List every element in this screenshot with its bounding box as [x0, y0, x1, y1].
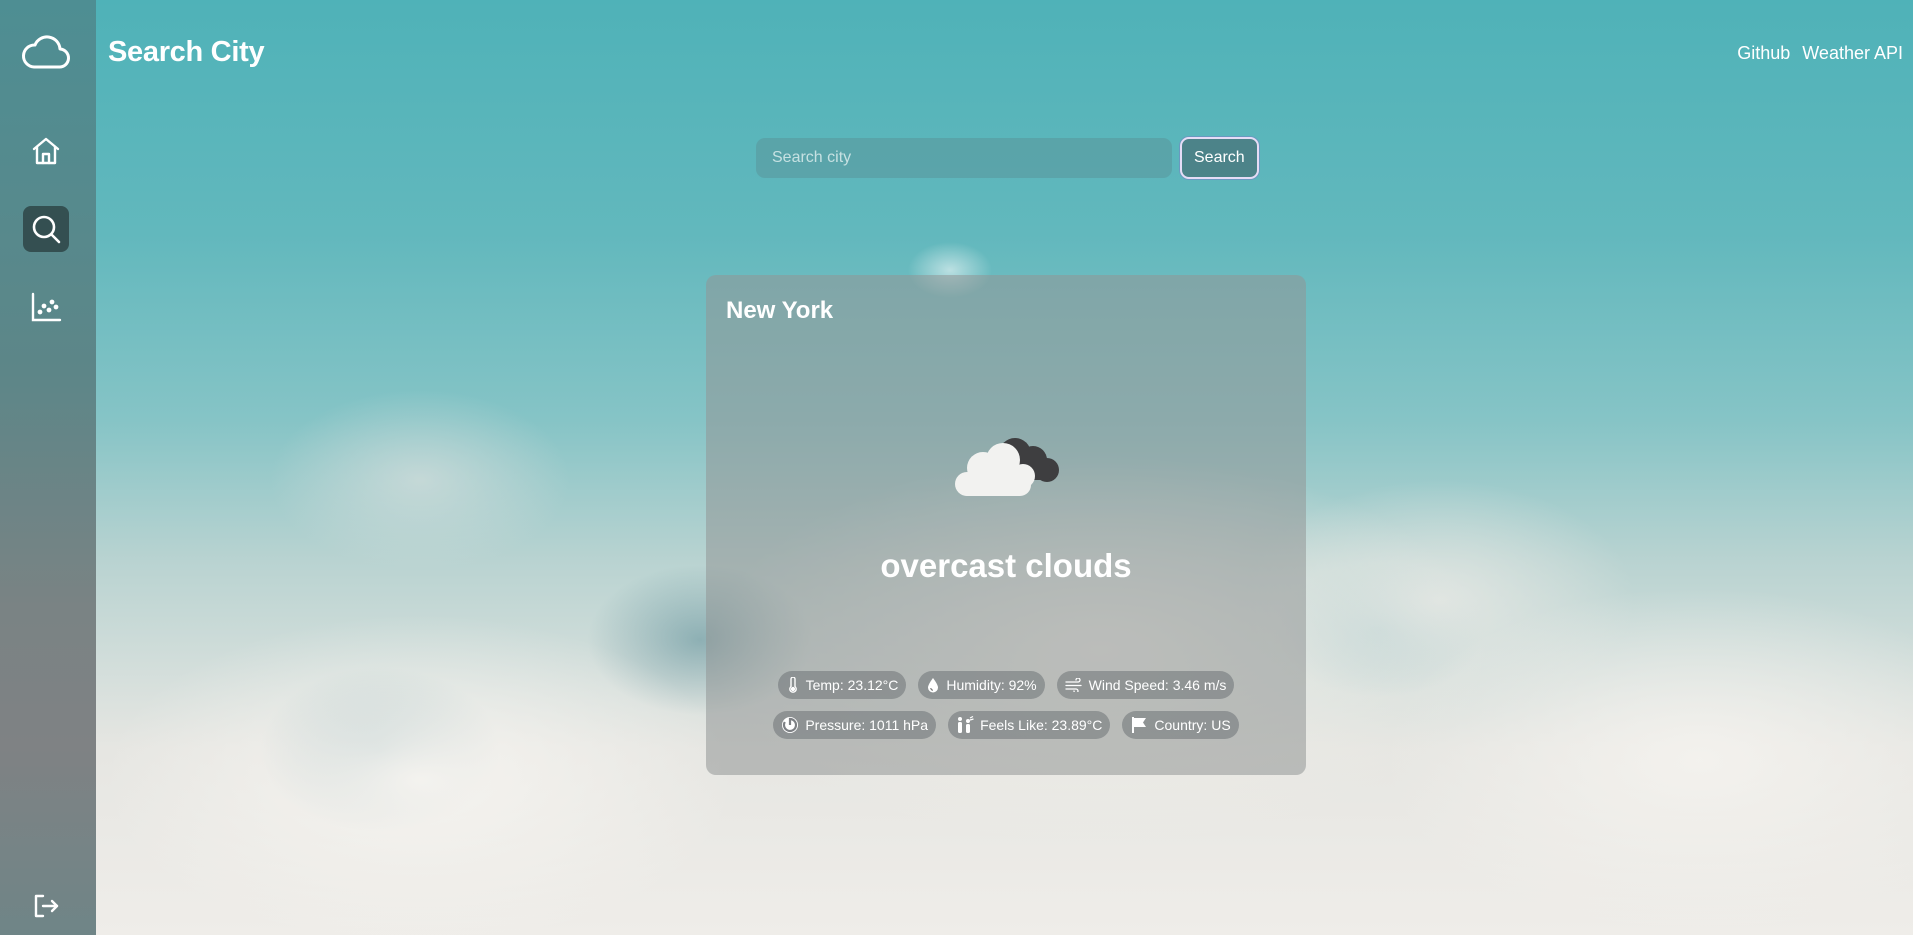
wind-badge: Wind Speed: 3.46 m/s	[1056, 671, 1235, 699]
person-feels-icon	[958, 716, 974, 733]
wind-icon	[1064, 678, 1082, 692]
humidity-value: Humidity: 92%	[946, 677, 1037, 693]
overcast-clouds-icon	[953, 430, 1059, 498]
sidebar	[0, 0, 96, 935]
feels-like-value: Feels Like: 23.89°C	[980, 717, 1103, 733]
search-bar: Search	[756, 137, 1259, 179]
search-input[interactable]	[756, 138, 1172, 178]
logout-icon[interactable]	[23, 885, 69, 927]
github-link[interactable]: Github	[1737, 43, 1790, 64]
page-title: Search City	[108, 36, 265, 68]
stats-row-1: Temp: 23.12°C Humidity: 92% Wind Speed: …	[706, 671, 1306, 699]
droplet-icon	[928, 678, 939, 693]
weather-api-link[interactable]: Weather API	[1802, 43, 1903, 64]
country-badge: Country: US	[1122, 711, 1239, 739]
city-name: New York	[726, 297, 834, 324]
temp-value: Temp: 23.12°C	[805, 677, 899, 693]
temp-badge: Temp: 23.12°C	[777, 671, 907, 699]
feels-like-badge: Feels Like: 23.89°C	[948, 711, 1111, 739]
flag-icon	[1132, 717, 1147, 733]
weather-description: overcast clouds	[880, 547, 1132, 584]
country-value: Country: US	[1154, 717, 1231, 733]
weather-card: New York overcast clouds Temp: 23.12°C H…	[706, 275, 1306, 775]
wind-value: Wind Speed: 3.46 m/s	[1088, 677, 1227, 693]
scatter-chart-icon[interactable]	[23, 284, 69, 330]
search-button[interactable]: Search	[1180, 137, 1259, 179]
stats-row-2: Pressure: 1011 hPa Feels Like: 23.89°C C…	[706, 711, 1306, 739]
humidity-badge: Humidity: 92%	[918, 671, 1045, 699]
home-icon[interactable]	[23, 128, 69, 174]
pressure-value: Pressure: 1011 hPa	[805, 717, 929, 733]
pressure-badge: Pressure: 1011 hPa	[773, 711, 937, 739]
cloud-logo-icon[interactable]	[18, 28, 74, 76]
thermometer-icon	[788, 677, 797, 693]
top-nav: Github Weather API	[1737, 43, 1903, 64]
gauge-icon	[782, 717, 799, 733]
search-nav-icon[interactable]	[23, 206, 69, 252]
